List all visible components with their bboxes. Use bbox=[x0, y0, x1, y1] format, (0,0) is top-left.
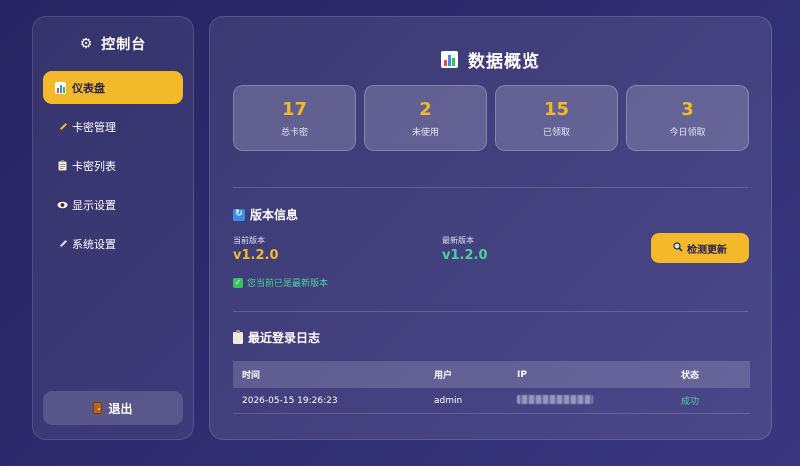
eye-icon bbox=[55, 201, 70, 209]
stat-value: 17 bbox=[281, 98, 308, 120]
sidebar-item-card-management[interactable]: 卡密管理 bbox=[43, 110, 183, 143]
table-row: 2026-05-15 19:26:23 admin 成功 bbox=[233, 388, 750, 414]
cell-user: admin bbox=[434, 395, 463, 406]
login-log-table: 时间 用户 IP 状态 2026-05-15 19:26:23 admin 成功 bbox=[233, 361, 750, 414]
stat-label: 未使用 bbox=[411, 127, 439, 138]
stat-label: 总卡密 bbox=[280, 127, 308, 138]
divider bbox=[233, 187, 748, 188]
clipboard-icon bbox=[55, 160, 70, 171]
bar-chart-icon bbox=[441, 51, 458, 68]
version-section-title-text: 版本信息 bbox=[250, 208, 299, 222]
check-update-button[interactable]: 检测更新 bbox=[651, 233, 749, 263]
logout-label: 退出 bbox=[108, 401, 133, 416]
main-panel: 数据概览 17 总卡密 2 未使用 15 已领取 3 今日领取 ↻ 版本信息 当… bbox=[209, 16, 772, 440]
page-title-text: 数据概览 bbox=[468, 52, 540, 72]
log-section-title: 最近登录日志 bbox=[233, 329, 320, 346]
pencil-icon bbox=[55, 239, 70, 249]
stat-card-today: 3 今日领取 bbox=[626, 85, 749, 151]
door-icon bbox=[93, 402, 103, 414]
header-time: 时间 bbox=[242, 371, 261, 381]
sidebar-item-dashboard[interactable]: 仪表盘 bbox=[43, 71, 183, 104]
stat-value: 15 bbox=[543, 98, 570, 120]
check-icon: ✓ bbox=[233, 277, 243, 288]
sidebar-item-label: 仪表盘 bbox=[72, 81, 105, 95]
logout-button[interactable]: 退出 bbox=[43, 391, 183, 425]
stats-row: 17 总卡密 2 未使用 15 已领取 3 今日领取 bbox=[233, 85, 749, 151]
version-section-title: ↻ 版本信息 bbox=[233, 206, 298, 223]
sidebar-item-label: 卡密管理 bbox=[72, 120, 116, 134]
check-update-label: 检测更新 bbox=[687, 244, 727, 256]
sidebar-item-display-settings[interactable]: 显示设置 bbox=[43, 188, 183, 221]
stat-card-claimed: 15 已领取 bbox=[495, 85, 618, 151]
cell-ip bbox=[517, 394, 681, 407]
bar-chart-icon bbox=[55, 81, 70, 94]
header-user: 用户 bbox=[434, 371, 453, 381]
sidebar-item-label: 显示设置 bbox=[72, 198, 116, 212]
stat-card-total: 17 总卡密 bbox=[233, 85, 356, 151]
sidebar-title-text: 控制台 bbox=[101, 37, 147, 53]
sidebar-item-card-list[interactable]: 卡密列表 bbox=[43, 149, 183, 182]
cell-status: 成功 bbox=[681, 397, 700, 407]
redacted-ip bbox=[517, 394, 593, 404]
latest-version-value: v1.2.0 bbox=[442, 248, 488, 263]
clipboard-icon bbox=[233, 329, 243, 344]
page-title: 数据概览 bbox=[210, 47, 771, 72]
stat-card-unused: 2 未使用 bbox=[364, 85, 487, 151]
sidebar-title: ⚙ 控制台 bbox=[43, 33, 183, 55]
stat-label: 已领取 bbox=[542, 127, 570, 138]
sidebar-item-system-settings[interactable]: 系统设置 bbox=[43, 227, 183, 260]
gear-icon: ⚙ bbox=[79, 36, 94, 52]
header-ip: IP bbox=[517, 369, 527, 380]
cell-time: 2026-05-15 19:26:23 bbox=[242, 395, 338, 406]
search-icon bbox=[673, 241, 683, 255]
sidebar: ⚙ 控制台 仪表盘 卡密管理 卡密列表 显示设置 系统设置 退出 bbox=[32, 16, 194, 440]
stat-value: 2 bbox=[419, 98, 432, 120]
latest-version-label: 最新版本 bbox=[442, 236, 474, 245]
current-version-label: 当前版本 bbox=[233, 236, 265, 245]
table-header: 时间 用户 IP 状态 bbox=[233, 361, 750, 388]
log-section-title-text: 最近登录日志 bbox=[248, 331, 321, 345]
header-status: 状态 bbox=[681, 371, 700, 381]
current-version-value: v1.2.0 bbox=[233, 248, 279, 263]
pencil-icon bbox=[55, 122, 70, 132]
sidebar-item-label: 系统设置 bbox=[72, 237, 116, 251]
refresh-icon: ↻ bbox=[233, 208, 245, 221]
sidebar-item-label: 卡密列表 bbox=[72, 159, 116, 173]
stat-value: 3 bbox=[681, 98, 694, 120]
stat-label: 今日领取 bbox=[669, 127, 706, 138]
version-status-text: 您当前已是最新版本 bbox=[247, 279, 329, 289]
divider bbox=[233, 311, 748, 312]
version-status: ✓ 您当前已是最新版本 bbox=[233, 276, 328, 289]
